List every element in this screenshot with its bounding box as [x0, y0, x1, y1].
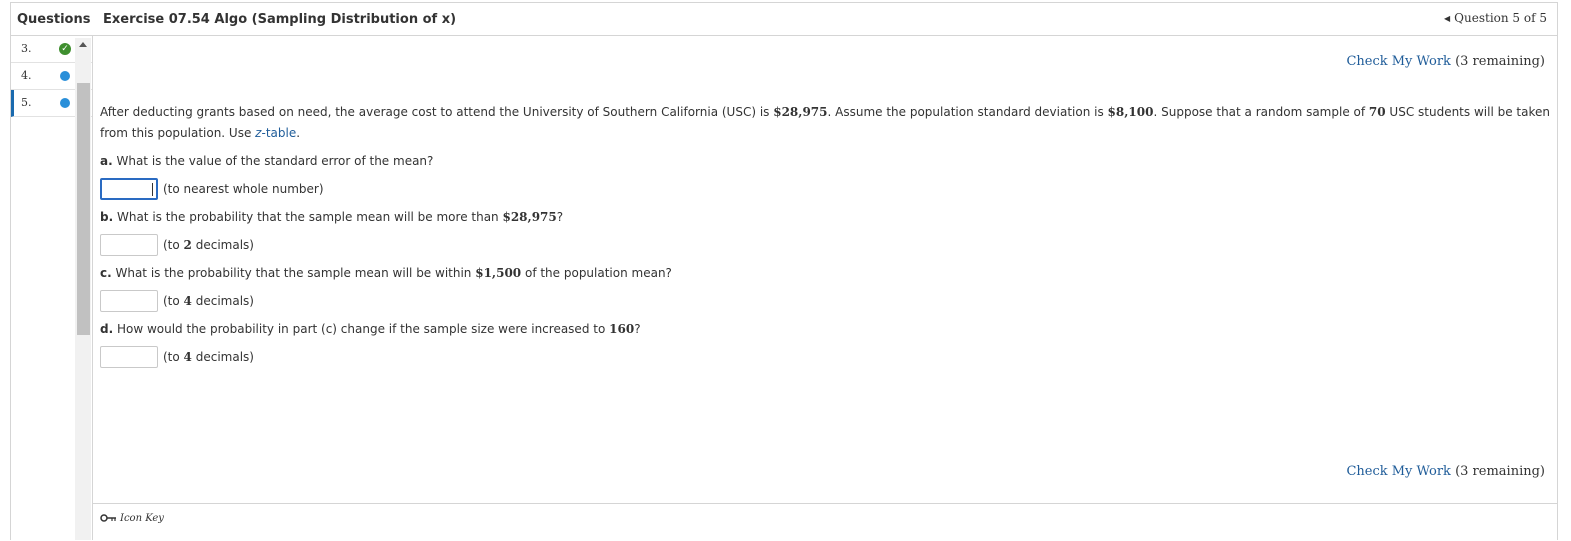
statement-text: After deducting grants based on need, th… — [100, 105, 774, 119]
part-a-answer-input[interactable] — [100, 178, 158, 200]
check-my-work-bottom: Check My Work (3 remaining) — [1346, 464, 1545, 479]
statement-text: . Suppose that a random sample of — [1153, 105, 1369, 119]
statement-text: . — [296, 126, 301, 140]
hint-number: 4 — [183, 294, 192, 308]
question-counter[interactable]: ◀ Question 5 of 5 — [1444, 11, 1547, 25]
hint-text: (to — [163, 238, 184, 252]
blue-dot-icon — [60, 98, 70, 108]
questions-heading: Questions — [17, 12, 91, 27]
exercise-frame: Questions Exercise 07.54 Algo (Sampling … — [10, 2, 1558, 540]
part-letter: b. — [100, 210, 114, 224]
part-a-hint: (to nearest whole number) — [163, 182, 324, 196]
problem-statement: After deducting grants based on need, th… — [100, 102, 1560, 144]
part-letter: a. — [100, 154, 113, 168]
left-triangle-icon[interactable]: ◀ — [1444, 14, 1450, 23]
part-b-question: b. What is the probability that the samp… — [100, 210, 563, 224]
check-my-work-link[interactable]: Check My Work — [1346, 54, 1451, 69]
exercise-title: Exercise 07.54 Algo (Sampling Distributi… — [103, 12, 457, 27]
part-text: of the population mean? — [521, 266, 672, 280]
hint-text: (to — [163, 350, 184, 364]
part-b-hint: (to 2 decimals) — [163, 238, 254, 252]
part-b-answer-input[interactable] — [100, 234, 158, 256]
question-list: 3. ✓ 4. 5. — [11, 36, 93, 540]
remaining-attempts: (3 remaining) — [1455, 54, 1545, 69]
part-text: ? — [556, 210, 564, 224]
check-my-work-link[interactable]: Check My Work — [1346, 464, 1451, 479]
remaining-attempts: (3 remaining) — [1455, 464, 1545, 479]
top-bar: Questions Exercise 07.54 Algo (Sampling … — [11, 3, 1557, 36]
part-text: How would the probability in part (c) ch… — [113, 322, 610, 336]
part-d-question: d. How would the probability in part (c)… — [100, 322, 641, 336]
part-text: What is the probability that the sample … — [113, 210, 503, 224]
part-text: What is the value of the standard error … — [112, 154, 434, 168]
hint-text: decimals) — [191, 238, 254, 252]
hint-text: decimals) — [191, 350, 254, 364]
part-value: 160 — [609, 322, 635, 336]
part-c-hint: (to 4 decimals) — [163, 294, 254, 308]
question-content: Check My Work (3 remaining) After deduct… — [93, 36, 1557, 540]
hint-text: decimals) — [191, 294, 254, 308]
hint-text: (to — [163, 294, 184, 308]
part-a-question: a. What is the value of the standard err… — [100, 154, 433, 168]
icon-key-link[interactable]: Icon Key — [100, 513, 164, 524]
statement-value: $28,975 — [773, 105, 828, 119]
z-table-link[interactable]: z-table — [255, 126, 296, 140]
checkmark-icon: ✓ — [59, 43, 71, 55]
blue-dot-icon — [60, 71, 70, 81]
z-table-link-rest: -table — [261, 126, 297, 140]
statement-value: 70 — [1368, 105, 1386, 119]
scrollbar-thumb[interactable] — [77, 83, 90, 335]
part-value: $1,500 — [475, 266, 522, 280]
icon-key-label: Icon Key — [120, 513, 164, 524]
question-number: 3. — [21, 42, 32, 55]
question-list-scrollbar[interactable] — [75, 38, 91, 540]
part-letter: d. — [100, 322, 114, 336]
hint-number: 2 — [183, 238, 192, 252]
footer: Icon Key — [93, 503, 1557, 541]
part-d-answer-input[interactable] — [100, 346, 158, 368]
key-icon — [100, 514, 116, 522]
part-value: $28,975 — [502, 210, 557, 224]
question-number: 4. — [21, 69, 32, 82]
statement-value: $8,100 — [1107, 105, 1154, 119]
part-c-question: c. What is the probability that the samp… — [100, 266, 672, 280]
question-counter-text: Question 5 of 5 — [1454, 11, 1547, 25]
part-text: ? — [634, 322, 641, 336]
scroll-up-arrow-icon[interactable] — [79, 42, 87, 47]
check-my-work-top: Check My Work (3 remaining) — [1346, 54, 1545, 69]
part-d-hint: (to 4 decimals) — [163, 350, 254, 364]
part-text: What is the probability that the sample … — [111, 266, 476, 280]
hint-number: 4 — [183, 350, 192, 364]
question-number: 5. — [21, 96, 32, 109]
part-letter: c. — [100, 266, 112, 280]
statement-text: . Assume the population standard deviati… — [827, 105, 1108, 119]
part-c-answer-input[interactable] — [100, 290, 158, 312]
